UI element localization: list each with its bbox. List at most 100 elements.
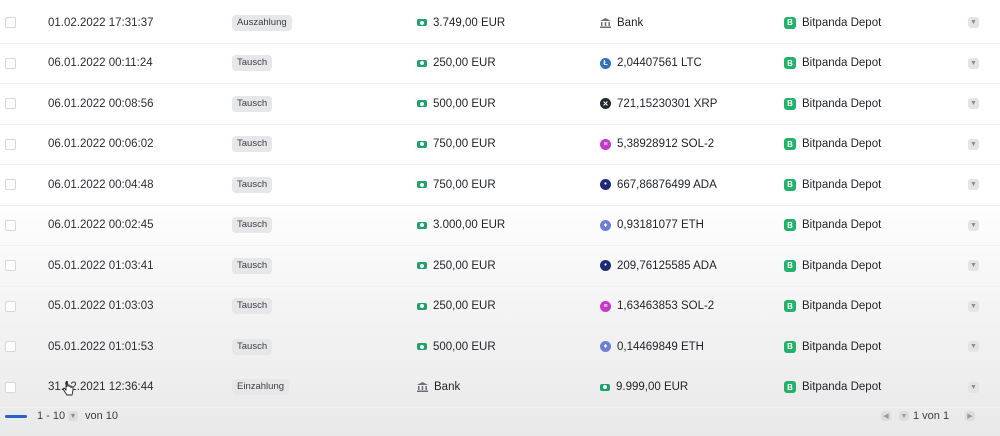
incoming-amount: 250,00 EUR — [433, 57, 496, 70]
row-checkbox[interactable] — [5, 381, 16, 393]
prev-page-button[interactable]: ◀ — [881, 411, 891, 421]
expand-row-button[interactable]: ▼ — [968, 260, 979, 272]
transaction-date: 05.01.2022 01:01:53 — [48, 340, 154, 353]
page-size-dropdown[interactable]: ▼ — [68, 411, 78, 421]
cardano-icon: • — [600, 260, 611, 272]
row-checkbox[interactable] — [5, 219, 16, 231]
table-row[interactable]: 05.01.2022 01:03:41 Tausch 250,00 EUR • 209,… — [0, 246, 1000, 287]
pagination-bar: 1 - 10 ▼ von 10 ◀ ▼ 1 von 1 ▶ — [0, 403, 1000, 431]
outgoing-amount: 721,15230301 XRP — [617, 97, 718, 110]
expand-row-button[interactable]: ▼ — [968, 138, 979, 150]
wallet-cell: B Bitpanda Depot — [784, 57, 882, 70]
outgoing-cell: ≡ 5,38928912 SOL-2 — [600, 138, 714, 150]
transaction-type-badge: Auszahlung — [232, 14, 292, 31]
money-icon — [600, 383, 610, 391]
row-checkbox[interactable] — [5, 17, 16, 29]
expand-row-button[interactable]: ▼ — [968, 57, 979, 69]
outgoing-cell: • 209,76125585 ADA — [600, 260, 717, 272]
wallet-cell: B Bitpanda Depot — [784, 178, 881, 191]
chevron-down-icon: ▼ — [970, 19, 977, 27]
outgoing-amount: 209,76125585 ADA — [617, 259, 717, 272]
table-row[interactable]: 06.01.2022 00:08:56 Tausch 500,00 EUR ✕ 721,… — [0, 84, 1000, 125]
wallet-name: Bitpanda Depot — [802, 97, 882, 110]
expand-row-button[interactable]: ▼ — [968, 98, 979, 110]
incoming-amount: 3.000,00 EUR — [433, 219, 506, 232]
transaction-type-badge: Tausch — [232, 55, 273, 72]
wallet-cell: B Bitpanda Depot — [784, 219, 881, 232]
next-page-button[interactable]: ▶ — [965, 411, 975, 421]
table-row[interactable]: 05.01.2022 01:01:53 Tausch 500,00 EUR ♦ 0,14… — [0, 327, 1000, 368]
chevron-down-icon: ▼ — [970, 100, 977, 108]
money-icon — [417, 59, 427, 67]
outgoing-amount: 9.999,00 EUR — [616, 381, 689, 394]
outgoing-amount: 2,04407561 LTC — [617, 57, 702, 70]
wallet-name: Bitpanda Depot — [802, 16, 882, 29]
expand-row-button[interactable]: ▼ — [968, 179, 979, 191]
transaction-type-badge: Tausch — [232, 95, 273, 112]
table-row[interactable]: 06.01.2022 00:11:24 Tausch 250,00 EUR Ł 2,04… — [0, 44, 1000, 84]
xrp-icon: ✕ — [600, 98, 611, 110]
wallet-name: Bitpanda Depot — [802, 300, 882, 313]
expand-row-button[interactable]: ▼ — [968, 300, 979, 312]
bitpanda-icon: B — [784, 219, 796, 232]
bitpanda-icon: B — [784, 340, 796, 353]
expand-row-button[interactable]: ▼ — [968, 341, 979, 353]
expand-row-button[interactable]: ▼ — [968, 17, 979, 29]
incoming-amount: 250,00 EUR — [433, 300, 496, 313]
bank-icon — [600, 17, 611, 28]
table-row[interactable]: 06.01.2022 00:02:45 Tausch 3.000,00 EUR ♦ 0,… — [0, 206, 1000, 246]
outgoing-cell: ♦ 0,93181077 ETH — [600, 219, 704, 231]
incoming-cell: 3.000,00 EUR — [417, 219, 505, 231]
row-checkbox[interactable] — [5, 300, 16, 312]
table-row[interactable]: 06.01.2022 00:06:02 Tausch 750,00 EUR ≡ 5,38… — [0, 125, 1000, 165]
outgoing-cell: 9.999,00 EUR — [600, 381, 688, 393]
transaction-type-badge: Tausch — [232, 257, 273, 274]
page-select-button[interactable]: ▼ — [899, 411, 909, 421]
row-checkbox[interactable] — [5, 138, 16, 150]
outgoing-amount: 1,63463853 SOL-2 — [617, 300, 715, 313]
expand-row-button[interactable]: ▼ — [968, 381, 979, 393]
bitpanda-icon: B — [784, 97, 796, 110]
chevron-right-icon: ▶ — [967, 413, 973, 420]
transaction-type-badge: Tausch — [232, 136, 273, 153]
incoming-cell: 3.749,00 EUR — [417, 17, 505, 29]
row-checkbox[interactable] — [5, 179, 16, 191]
outgoing-amount: 5,38928912 SOL-2 — [617, 138, 715, 151]
table-row[interactable]: 05.01.2022 01:03:03 Tausch 250,00 EUR ≡ 1,63… — [0, 287, 1000, 327]
incoming-amount: 500,00 EUR — [433, 340, 496, 353]
outgoing-amount: 0,93181077 ETH — [617, 219, 704, 232]
wallet-cell: B Bitpanda Depot — [784, 340, 881, 353]
incoming-amount: 3.749,00 EUR — [433, 16, 506, 29]
transaction-date: 06.01.2022 00:04:48 — [48, 178, 154, 191]
wallet-cell: B Bitpanda Depot — [784, 259, 882, 272]
row-checkbox[interactable] — [5, 98, 16, 110]
expand-row-button[interactable]: ▼ — [968, 219, 979, 231]
row-checkbox[interactable] — [5, 341, 16, 353]
bitpanda-icon: B — [784, 57, 796, 70]
transaction-date: 01.02.2022 17:31:37 — [48, 16, 154, 29]
money-icon — [417, 181, 427, 189]
wallet-cell: B Bitpanda Depot — [784, 138, 881, 151]
row-checkbox[interactable] — [5, 57, 16, 69]
chevron-down-icon: ▼ — [970, 343, 977, 351]
row-checkbox[interactable] — [5, 260, 16, 272]
transaction-date: 05.01.2022 01:03:41 — [48, 259, 154, 272]
solana-icon: ≡ — [600, 300, 611, 312]
wallet-name: Bitpanda Depot — [802, 57, 882, 70]
money-icon — [417, 262, 427, 270]
table-row[interactable]: 31.12.2021 12:36:44 Einzahlung Bank 9.999,0… — [0, 368, 1000, 408]
table-row[interactable]: 06.01.2022 00:04:48 Tausch 750,00 EUR • 667,… — [0, 165, 1000, 206]
incoming-cell: 750,00 EUR — [417, 138, 496, 150]
outgoing-amount: 667,86876499 ADA — [617, 178, 717, 191]
incoming-amount: Bank — [434, 381, 461, 394]
chevron-down-icon: ▼ — [69, 412, 77, 420]
table-row[interactable]: 01.02.2022 17:31:37 Auszahlung 3.749,00 EU… — [0, 3, 1000, 44]
scroll-indicator — [5, 415, 27, 418]
outgoing-cell: Bank — [600, 17, 643, 29]
wallet-name: Bitpanda Depot — [802, 259, 882, 272]
page-indicator: 1 von 1 — [913, 410, 950, 422]
incoming-cell: 750,00 EUR — [417, 179, 496, 191]
money-icon — [417, 302, 427, 310]
chevron-down-icon: ▼ — [970, 383, 977, 391]
incoming-cell: 250,00 EUR — [417, 57, 496, 69]
